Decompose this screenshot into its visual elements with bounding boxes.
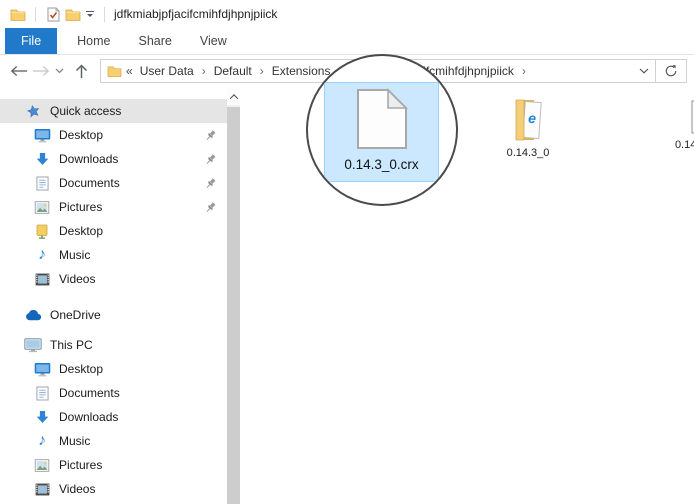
desktop-folder-icon bbox=[33, 224, 51, 239]
breadcrumb-extensions[interactable]: Extensions bbox=[271, 64, 332, 78]
back-button[interactable] bbox=[8, 59, 30, 83]
magnifier-circle: 0.14.3_0.crx bbox=[306, 54, 458, 206]
crx-file-icon bbox=[356, 88, 408, 150]
pin-icon bbox=[204, 177, 217, 190]
breadcrumb-overflow[interactable]: « bbox=[126, 64, 133, 78]
tab-file[interactable]: File bbox=[5, 28, 57, 54]
breadcrumb-default[interactable]: Default bbox=[213, 64, 253, 78]
documents-icon bbox=[33, 386, 51, 401]
file-item-extension-folder[interactable]: e 0.14.3_0 bbox=[486, 98, 570, 160]
pin-icon bbox=[204, 129, 217, 142]
sidebar-label: Videos bbox=[59, 272, 95, 286]
sidebar-label: Downloads bbox=[59, 410, 118, 424]
qat-customize-arrow-icon bbox=[87, 14, 93, 17]
sidebar-item-documents-pc[interactable]: Documents bbox=[0, 381, 227, 405]
qat-properties-button[interactable] bbox=[43, 3, 63, 25]
breadcrumb-separator: › bbox=[260, 64, 264, 78]
pictures-icon bbox=[33, 201, 51, 214]
sidebar-item-videos-pc[interactable]: Videos bbox=[0, 477, 227, 501]
window-folder-icon bbox=[8, 3, 28, 25]
file-item-pem[interactable]: 0.14.3_0.pe m bbox=[662, 100, 694, 165]
refresh-button[interactable] bbox=[656, 59, 687, 83]
pin-icon bbox=[204, 201, 217, 214]
file-item-crx-selected[interactable]: 0.14.3_0.crx bbox=[324, 82, 439, 182]
sidebar-item-downloads-qa[interactable]: Downloads bbox=[0, 147, 227, 171]
breadcrumb-separator: › bbox=[202, 64, 206, 78]
breadcrumb-separator: › bbox=[522, 64, 526, 78]
sidebar-item-desktop-folder[interactable]: Desktop bbox=[0, 219, 227, 243]
sidebar-label: Quick access bbox=[50, 104, 121, 118]
sidebar-item-quick-access[interactable]: Quick access bbox=[0, 99, 227, 123]
scrollbar-thumb[interactable] bbox=[227, 107, 240, 504]
documents-icon bbox=[33, 176, 51, 191]
tab-view[interactable]: View bbox=[186, 28, 241, 54]
address-dropdown-icon[interactable] bbox=[639, 68, 649, 74]
desktop-icon bbox=[33, 128, 51, 143]
titlebar: jdfkmiabjpfjacifcmihfdjhpnjpiick bbox=[0, 0, 694, 28]
sidebar-item-pictures-qa[interactable]: Pictures bbox=[0, 195, 227, 219]
quick-access-star-icon bbox=[24, 104, 42, 119]
file-explorer-window: jdfkmiabjpfjacifcmihfdjhpnjpiick File Ho… bbox=[0, 0, 694, 504]
tab-share[interactable]: Share bbox=[125, 28, 186, 54]
sidebar-label: Music bbox=[59, 434, 90, 448]
downloads-icon bbox=[33, 152, 51, 167]
pin-icon bbox=[204, 153, 217, 166]
file-label: 0.14.3_0 bbox=[486, 147, 570, 160]
onedrive-cloud-icon bbox=[24, 310, 42, 321]
videos-icon bbox=[33, 273, 51, 286]
sidebar-item-pictures-pc[interactable]: Pictures bbox=[0, 453, 227, 477]
sidebar-label: This PC bbox=[50, 338, 93, 352]
sidebar-item-desktop-pc[interactable]: Desktop bbox=[0, 357, 227, 381]
qat-new-folder-button[interactable] bbox=[63, 3, 83, 25]
sidebar-label: Desktop bbox=[59, 224, 103, 238]
sidebar-label: Desktop bbox=[59, 128, 103, 142]
forward-button[interactable] bbox=[30, 59, 52, 83]
navigation-pane: Quick access Desktop Downloads bbox=[0, 88, 227, 504]
pictures-icon bbox=[33, 459, 51, 472]
file-label: 0.14.3_0.crx bbox=[325, 157, 438, 172]
sidebar-label: Music bbox=[59, 248, 90, 262]
this-pc-icon bbox=[24, 338, 42, 353]
edge-extension-folder-icon: e bbox=[512, 98, 544, 142]
videos-icon bbox=[33, 483, 51, 496]
sidebar-label: Desktop bbox=[59, 362, 103, 376]
sidebar-scrollbar[interactable] bbox=[227, 88, 240, 504]
sidebar-item-music-qa[interactable]: ♪ Music bbox=[0, 243, 227, 267]
scrollbar-up-arrow-icon[interactable] bbox=[227, 88, 240, 105]
sidebar-label: Documents bbox=[59, 176, 120, 190]
svg-text:e: e bbox=[528, 110, 537, 127]
desktop-icon bbox=[33, 362, 51, 377]
sidebar-item-desktop-qa[interactable]: Desktop bbox=[0, 123, 227, 147]
up-button[interactable] bbox=[70, 59, 92, 83]
sidebar-label: Pictures bbox=[59, 458, 102, 472]
sidebar-label: OneDrive bbox=[50, 308, 101, 322]
sidebar-item-documents-qa[interactable]: Documents bbox=[0, 171, 227, 195]
recent-locations-dropdown[interactable] bbox=[52, 59, 66, 83]
qat-customize-bar-icon bbox=[86, 11, 94, 13]
sidebar-label: Documents bbox=[59, 386, 120, 400]
sidebar-item-downloads-pc[interactable]: Downloads bbox=[0, 405, 227, 429]
titlebar-separator bbox=[104, 7, 105, 22]
window-title: jdfkmiabjpfjacifcmihfdjhpnjpiick bbox=[114, 7, 277, 21]
sidebar-label: Videos bbox=[59, 482, 95, 496]
sidebar-label: Downloads bbox=[59, 152, 118, 166]
sidebar-label: Pictures bbox=[59, 200, 102, 214]
music-icon: ♪ bbox=[33, 433, 51, 449]
sidebar-item-music-pc[interactable]: ♪ Music bbox=[0, 429, 227, 453]
tab-home[interactable]: Home bbox=[63, 28, 124, 54]
titlebar-separator bbox=[35, 7, 36, 22]
sidebar-item-videos-qa[interactable]: Videos bbox=[0, 267, 227, 291]
address-folder-icon bbox=[107, 65, 122, 77]
ribbon-tabs: File Home Share View bbox=[0, 28, 694, 55]
sidebar-item-this-pc[interactable]: This PC bbox=[0, 333, 227, 357]
file-label-line1: 0.14.3_0.pe bbox=[675, 139, 694, 151]
breadcrumb-user-data[interactable]: User Data bbox=[139, 64, 195, 78]
music-icon: ♪ bbox=[33, 247, 51, 263]
qat-customize-button[interactable] bbox=[83, 3, 97, 25]
sidebar-item-onedrive[interactable]: OneDrive bbox=[0, 303, 227, 327]
downloads-icon bbox=[33, 410, 51, 425]
